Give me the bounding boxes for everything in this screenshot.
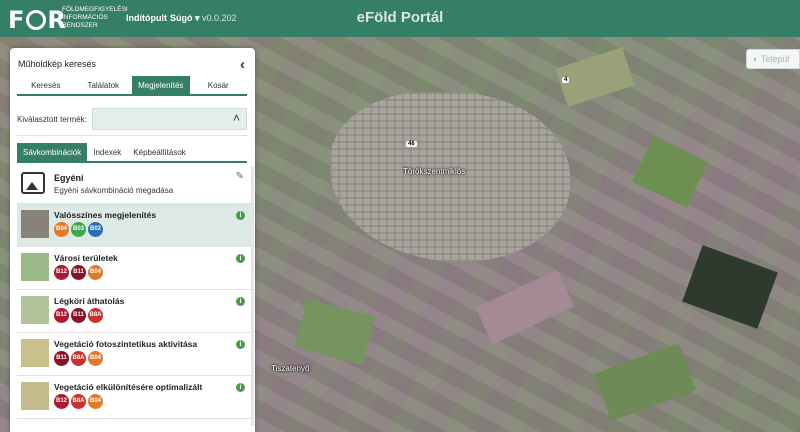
band-badges: B12 B11 B8A <box>54 308 103 323</box>
band-badge: B12 <box>54 265 69 280</box>
main-tabs: Keresés Találatok Megjelenítés Kosár <box>17 76 247 96</box>
band-badge: B8A <box>71 351 86 366</box>
band-combination-list: Egyéni Egyéni sávkombináció megadása ✎ V… <box>17 166 252 419</box>
band-combination-item[interactable]: Vegetáció elkülönítésére optimalizált B12… <box>17 376 252 419</box>
chevron-up-icon: ˄ <box>232 111 240 125</box>
tab-search[interactable]: Keresés <box>17 76 75 94</box>
divider <box>17 135 247 136</box>
for-logo[interactable]: FR <box>8 6 67 34</box>
nav-dashboard-link[interactable]: Indítópult <box>126 13 167 23</box>
band-badge: B04 <box>88 351 103 366</box>
band-badge: B02 <box>88 222 103 237</box>
map-field <box>632 136 708 208</box>
band-badge: B04 <box>88 265 103 280</box>
info-icon[interactable]: i <box>236 254 245 263</box>
pencil-icon[interactable]: ✎ <box>236 171 244 182</box>
custom-combination-item[interactable]: Egyéni Egyéni sávkombináció megadása ✎ <box>17 166 252 204</box>
village-label: Tiszatenyő <box>271 364 310 373</box>
combination-name: Városi területek <box>54 253 118 263</box>
town-label: Törökszentmiklós <box>403 167 466 176</box>
tab-indices[interactable]: Indexek <box>87 143 127 161</box>
map-field <box>682 245 778 329</box>
logo-letter-f: F <box>8 6 26 34</box>
panel-title: Műholdkép keresés <box>18 59 97 69</box>
logo-subtitle: FÖLDMEGFIGYELÉSI INFORMÁCIÓS RENDSZER <box>62 6 128 30</box>
globe-icon: ◐ <box>753 54 759 64</box>
display-sub-tabs: Sávkombinációk Indexek Képbeállítások <box>17 143 247 163</box>
map-field <box>594 343 696 421</box>
band-badges: B11 B8A B04 <box>54 351 103 366</box>
tab-results[interactable]: Találatok <box>75 76 133 94</box>
chevron-left-icon: ‹ <box>240 56 245 73</box>
settlement-search-button[interactable]: ◐ Települ <box>746 49 800 69</box>
combination-name: Valósszínes megjelenítés <box>54 210 157 220</box>
info-icon[interactable]: i <box>236 211 245 220</box>
band-badge: B12 <box>54 308 69 323</box>
band-badge: B11 <box>71 308 86 323</box>
settlement-button-label: Települ <box>760 54 790 64</box>
band-badges: B04 B03 B02 <box>54 222 103 237</box>
nav-help-dropdown[interactable]: Súgó ▾ <box>170 13 200 24</box>
list-scrollbar[interactable] <box>251 166 254 426</box>
tab-image-settings[interactable]: Képbeállítások <box>127 143 191 161</box>
band-combination-item[interactable]: Vegetáció fotoszintetikus aktivitása B11 B… <box>17 333 252 376</box>
combination-thumbnail <box>21 382 49 410</box>
tab-basket[interactable]: Kosár <box>190 76 248 94</box>
band-combination-item[interactable]: Városi területek B12 B11 B04 i <box>17 247 252 290</box>
road-number-badge: 4 <box>562 77 570 83</box>
combination-thumbnail <box>21 210 49 238</box>
tab-band-combinations[interactable]: Sávkombinációk <box>17 143 88 161</box>
band-badge: B03 <box>71 222 86 237</box>
combination-thumbnail <box>21 253 49 281</box>
custom-combination-description: Egyéni sávkombináció megadása <box>54 186 174 195</box>
band-combination-item[interactable]: Valósszínes megjelenítés B04 B03 B02 i <box>17 204 252 247</box>
map-field <box>294 298 376 366</box>
town-area <box>330 92 570 262</box>
combination-thumbnail <box>21 296 49 324</box>
portal-title: eFöld Portál <box>356 9 444 26</box>
combination-name: Légköri áthatolás <box>54 296 125 306</box>
version-label: v0.0.202 <box>202 13 237 23</box>
combination-name: Vegetáció elkülönítésére optimalizált <box>54 382 203 392</box>
collapse-panel-button[interactable]: ‹ <box>240 56 245 73</box>
tab-display[interactable]: Megjelenítés <box>132 76 190 94</box>
logo-sub-line: INFORMÁCIÓS <box>62 14 108 21</box>
map-field <box>475 269 575 345</box>
combination-name: Vegetáció fotoszintetikus aktivitása <box>54 339 198 349</box>
satellite-search-panel: Műholdkép keresés ‹ Keresés Találatok Me… <box>10 48 255 432</box>
band-badges: B12 B8A B04 <box>54 394 103 409</box>
custom-combination-title: Egyéni <box>54 173 84 183</box>
band-badge: B11 <box>54 351 69 366</box>
road-number-badge: 46 <box>406 141 417 147</box>
combination-items: Valósszínes megjelenítés B04 B03 B02 i Városi… <box>17 204 252 419</box>
band-combination-item[interactable]: Légköri áthatolás B12 B11 B8A i <box>17 290 252 333</box>
band-badge: B8A <box>88 308 103 323</box>
logo-ring-icon <box>26 10 47 30</box>
logo-sub-line: FÖLDMEGFIGYELÉSI <box>62 6 128 13</box>
band-badge: B04 <box>88 394 103 409</box>
band-badge: B12 <box>54 394 69 409</box>
info-icon[interactable]: i <box>236 297 245 306</box>
image-icon <box>21 172 45 194</box>
top-navbar: FR FÖLDMEGFIGYELÉSI INFORMÁCIÓS RENDSZER… <box>0 0 800 37</box>
band-badge: B04 <box>54 222 69 237</box>
info-icon[interactable]: i <box>236 383 245 392</box>
band-badges: B12 B11 B04 <box>54 265 103 280</box>
selected-product-label: Kiválasztott termék: <box>17 115 87 124</box>
combination-thumbnail <box>21 339 49 367</box>
selected-product-row: Kiválasztott termék: ˄ <box>17 108 247 130</box>
band-badge: B8A <box>71 394 86 409</box>
logo-sub-line: RENDSZER <box>62 22 98 29</box>
selected-product-select[interactable]: ˄ <box>92 108 247 130</box>
band-badge: B11 <box>71 265 86 280</box>
info-icon[interactable]: i <box>236 340 245 349</box>
